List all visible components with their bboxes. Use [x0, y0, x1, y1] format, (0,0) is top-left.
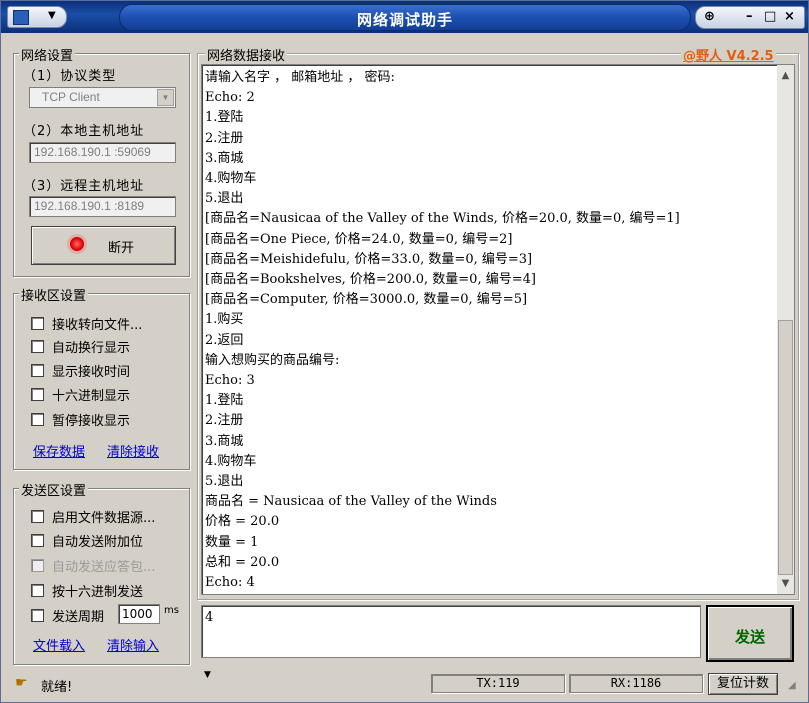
send-period-checkbox[interactable]: 发送周期	[31, 606, 104, 625]
send-label: 发送	[734, 628, 765, 646]
title-bar: ▼ 网络调试助手 ⊕ – □ ×	[1, 1, 808, 33]
recv-line: 4.购物车	[205, 171, 257, 187]
chevron-down-icon: ▼	[48, 10, 56, 21]
recv-line: 3.商城	[205, 150, 244, 166]
recv-line: 输入想购买的商品编号:	[205, 352, 340, 368]
save-data-link[interactable]: 保存数据	[33, 441, 85, 460]
app-icon	[13, 10, 29, 25]
recv-to-file-checkbox[interactable]: 接收转向文件...	[31, 314, 142, 333]
recv-line: [商品名=Nausicaa of the Valley of the Winds…	[205, 211, 680, 227]
reset-count-button[interactable]: 复位计数	[708, 673, 778, 695]
recv-line: 请输入名字 ， 邮箱地址 ， 密码:	[205, 70, 395, 85]
recv-line: 商品名 = Nausicaa of the Valley of the Wind…	[205, 494, 497, 510]
rx-counter: RX:1186	[569, 674, 703, 693]
hex-send-checkbox[interactable]: 按十六进制发送	[31, 581, 143, 600]
chevron-down-icon[interactable]: ▼	[157, 89, 174, 106]
auto-reply-checkbox: 自动发送应答包...	[31, 556, 155, 575]
scroll-up-icon[interactable]: ▲	[777, 67, 794, 84]
hex-display-checkbox[interactable]: 十六进制显示	[31, 385, 130, 404]
window-controls: ⊕ – □ ×	[695, 6, 805, 29]
local-host-field[interactable]: 192.168.190.1 :59069	[29, 142, 176, 163]
recv-line: Echo: 2	[205, 90, 255, 106]
recv-line: 5.退出	[205, 191, 244, 207]
auto-append-checkbox[interactable]: 自动发送附加位	[31, 531, 143, 550]
pause-recv-checkbox[interactable]: 暂停接收显示	[31, 410, 130, 429]
recv-line: [商品名=Bookshelves, 价格=200.0, 数量=0, 编号=4]	[205, 272, 536, 288]
scroll-down-icon[interactable]: ▼	[777, 575, 794, 592]
disconnect-label: 断开	[108, 241, 135, 256]
protocol-label: （1）协议类型	[23, 69, 117, 84]
network-settings-label: 网络设置	[19, 45, 76, 64]
file-source-checkbox[interactable]: 启用文件数据源...	[31, 507, 155, 526]
title-pill: 网络调试助手	[119, 4, 691, 31]
recv-line: 2.返回	[205, 332, 244, 348]
recv-line: 数量 = 1	[205, 534, 259, 550]
clear-input-link[interactable]: 清除输入	[107, 635, 159, 654]
recv-line: [商品名=Computer, 价格=3000.0, 数量=0, 编号=5]	[205, 292, 528, 308]
period-unit: ms	[164, 605, 179, 616]
recv-text-area[interactable]: 请输入名字 ， 邮箱地址 ， 密码: Echo: 2 1.登陆 2.注册 3.商城 4.购…	[201, 64, 795, 595]
file-load-link[interactable]: 文件载入	[33, 635, 85, 654]
recv-line: 5.退出	[205, 474, 244, 490]
pin-icon[interactable]: ⊕	[704, 9, 715, 24]
status-bar: ☛ 就绪! ▼ TX:119 RX:1186 复位计数 ◢	[1, 670, 808, 702]
protocol-value: TCP Client	[42, 90, 100, 104]
recv-line: 3.商城	[205, 433, 244, 449]
recv-data-label: 网络数据接收	[205, 45, 288, 64]
protocol-select[interactable]: TCP Client ▼	[29, 87, 176, 108]
resize-grip-icon[interactable]: ◢	[788, 680, 796, 691]
send-input[interactable]: 4	[201, 605, 701, 658]
recv-line: 1.登陆	[205, 110, 244, 126]
recv-line: 1.登陆	[205, 393, 244, 409]
recv-line: 2.注册	[205, 130, 244, 146]
status-led-icon	[70, 237, 84, 251]
close-button[interactable]: ×	[784, 9, 795, 24]
recv-settings-label: 接收区设置	[19, 285, 89, 304]
remote-host-label: （3）远程主机地址	[23, 179, 145, 194]
app-window: ▼ 网络调试助手 ⊕ – □ × 网络设置 （1）协议类型 TCP Client…	[0, 0, 809, 703]
show-recv-time-checkbox[interactable]: 显示接收时间	[31, 361, 130, 380]
version-link[interactable]: @野人 V4.2.5	[681, 45, 776, 64]
disconnect-button[interactable]: 断开	[31, 226, 176, 265]
status-caret-icon: ▼	[204, 670, 211, 680]
local-host-label: （2）本地主机地址	[23, 124, 145, 139]
recv-line: [商品名=Meishidefulu, 价格=33.0, 数量=0, 编号=3]	[205, 251, 533, 267]
scroll-thumb[interactable]	[778, 320, 793, 575]
recv-line: Echo: 4	[205, 575, 255, 591]
recv-lines: 请输入名字 ， 邮箱地址 ， 密码: Echo: 2 1.登陆 2.注册 3.商城 4.购…	[205, 68, 775, 593]
recv-line: 4.购物车	[205, 453, 257, 469]
send-period-input[interactable]: 1000	[118, 604, 160, 624]
recv-line: 2.注册	[205, 413, 244, 429]
status-ready: 就绪!	[41, 680, 73, 695]
recv-line: 1.购买	[205, 312, 244, 328]
window-title: 网络调试助手	[356, 11, 453, 29]
send-settings-label: 发送区设置	[19, 480, 89, 499]
tx-counter: TX:119	[431, 674, 565, 693]
recv-line: [商品名=One Piece, 价格=24.0, 数量=0, 编号=2]	[205, 231, 513, 247]
system-menu-button[interactable]: ▼	[7, 6, 67, 28]
recv-line: Echo: 3	[205, 373, 255, 389]
remote-host-field[interactable]: 192.168.190.1 :8189	[29, 196, 176, 217]
recv-scrollbar[interactable]: ▲ ▼	[777, 65, 794, 594]
send-button[interactable]: 发送	[706, 605, 794, 662]
maximize-button[interactable]: □	[764, 9, 776, 24]
pointer-hand-icon: ☛	[15, 675, 28, 691]
minimize-button[interactable]: –	[746, 9, 753, 24]
auto-wrap-checkbox[interactable]: 自动换行显示	[31, 337, 130, 356]
recv-line: 总和 = 20.0	[205, 554, 280, 570]
recv-line: 价格 = 20.0	[205, 514, 280, 530]
clear-recv-link[interactable]: 清除接收	[107, 441, 159, 460]
